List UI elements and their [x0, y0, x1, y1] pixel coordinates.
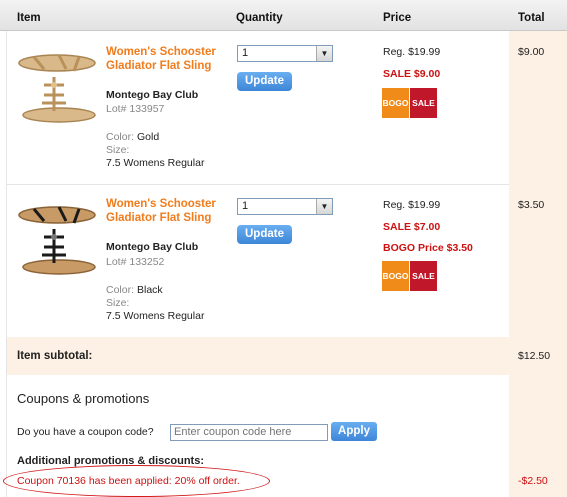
product-brand: Montego Bay Club [106, 241, 199, 253]
update-button[interactable]: Update [237, 225, 292, 244]
bogo-badge-icon: BOGO [382, 88, 409, 118]
subtotal-value: $12.50 [518, 350, 551, 362]
update-button[interactable]: Update [237, 72, 292, 91]
total-column-background [509, 31, 567, 497]
product-image[interactable] [14, 197, 100, 279]
line-total: $9.00 [518, 46, 545, 58]
product-image[interactable] [14, 45, 100, 127]
apply-button[interactable]: Apply [331, 422, 377, 441]
product-title-link[interactable]: Women's Schooster Gladiator Flat Sling [106, 197, 226, 225]
quantity-select[interactable]: 1 ▼ [237, 198, 333, 215]
color-label: Color: [106, 284, 135, 296]
coupon-code-input[interactable] [171, 425, 327, 439]
discount-value: -$2.50 [518, 475, 548, 487]
header-price: Price [383, 12, 412, 24]
bogo-badge-icon: BOGO [382, 261, 409, 291]
table-left-border [6, 31, 7, 497]
line-total: $3.50 [518, 199, 545, 211]
size-label: Size: [106, 297, 130, 309]
color-value: Gold [137, 131, 160, 143]
quantity-select[interactable]: 1 ▼ [237, 45, 333, 62]
size-value: 7.5 Womens Regular [106, 310, 205, 322]
sale-badge-icon: SALE [410, 88, 437, 118]
quantity-value: 1 [242, 200, 249, 212]
header-quantity: Quantity [236, 12, 283, 24]
sale-badge-icon: SALE [410, 261, 437, 291]
bogo-price: BOGO Price $3.50 [383, 242, 473, 254]
regular-price: Reg. $19.99 [383, 199, 441, 211]
row-divider [7, 184, 509, 185]
color-label: Color: [106, 131, 135, 143]
chevron-down-icon[interactable]: ▼ [316, 199, 332, 214]
coupon-code-field[interactable] [170, 424, 328, 441]
product-lot: Lot# 133957 [106, 103, 165, 115]
regular-price: Reg. $19.99 [383, 46, 441, 58]
header-item: Item [17, 12, 41, 24]
product-lot: Lot# 133252 [106, 256, 165, 268]
color-value: Black [137, 284, 163, 296]
product-title-link[interactable]: Women's Schooster Gladiator Flat Sling [106, 45, 226, 73]
quantity-value: 1 [242, 47, 249, 59]
coupon-question: Do you have a coupon code? [17, 426, 154, 438]
size-label: Size: [106, 144, 130, 156]
header-total: Total [518, 12, 545, 24]
chevron-down-icon[interactable]: ▼ [316, 46, 332, 61]
sale-price: SALE $9.00 [383, 68, 441, 80]
coupons-heading: Coupons & promotions [17, 391, 150, 406]
coupon-applied-message: Coupon 70136 has been applied: 20% off o… [17, 475, 240, 487]
size-value: 7.5 Womens Regular [106, 157, 205, 169]
cart-table-header: Item Quantity Price Total [0, 0, 567, 31]
sale-price: SALE $7.00 [383, 221, 441, 233]
product-brand: Montego Bay Club [106, 89, 199, 101]
subtotal-label: Item subtotal: [17, 350, 93, 362]
